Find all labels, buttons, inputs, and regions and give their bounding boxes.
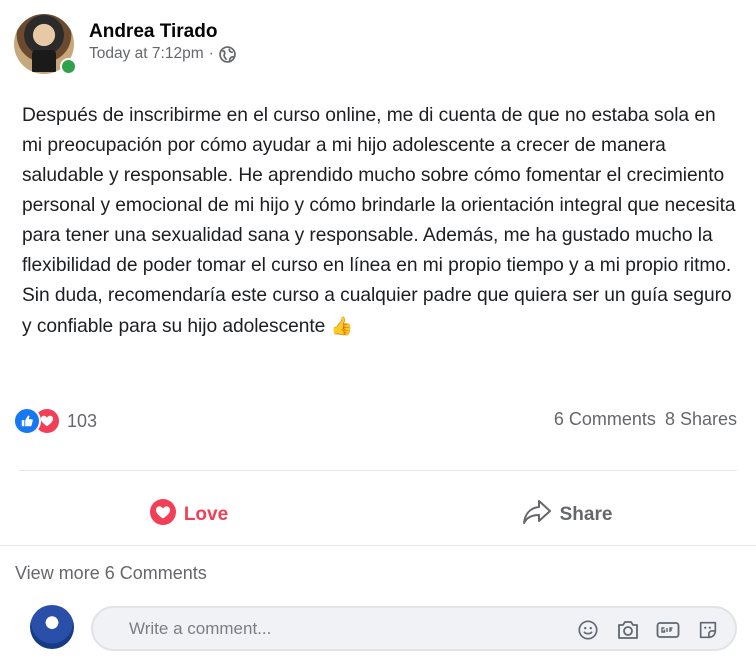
post-stats: 6 Comments 8 Shares (550, 409, 737, 430)
post-actions: Love Share (0, 488, 756, 542)
share-label: Share (559, 504, 613, 525)
share-button[interactable]: Share (378, 488, 756, 542)
reactions-summary[interactable]: 103 (13, 406, 97, 436)
love-icon (149, 499, 176, 531)
emoji-icon[interactable] (576, 618, 600, 642)
love-label: Love (183, 504, 229, 525)
thumbs-up-emoji: 👍 (330, 316, 353, 336)
post-text: Después de inscribirme en el curso onlin… (22, 105, 736, 337)
divider (0, 545, 756, 546)
post-header: Andrea Tirado Today at 7:12pm · (14, 14, 754, 76)
shares-count-link[interactable]: 8 Shares (665, 409, 737, 429)
comments-count-link[interactable]: 6 Comments (554, 409, 656, 429)
author-name[interactable]: Andrea Tirado (89, 21, 217, 43)
gif-icon[interactable] (656, 618, 680, 642)
meta-separator: · (208, 45, 214, 62)
comment-composer (0, 604, 756, 656)
love-button[interactable]: Love (0, 488, 378, 542)
post-meta: Today at 7:12pm · (89, 45, 236, 63)
divider (19, 470, 737, 471)
comment-box[interactable] (91, 606, 737, 651)
online-status-indicator (60, 58, 77, 75)
globe-icon (218, 45, 236, 63)
sticker-icon[interactable] (696, 618, 720, 642)
share-icon (522, 498, 552, 532)
comment-input[interactable] (129, 619, 449, 639)
post-body: Después de inscribirme en el curso onlin… (22, 101, 737, 342)
current-user-avatar[interactable] (30, 605, 74, 649)
like-icon (13, 407, 41, 435)
reaction-count: 103 (67, 410, 98, 431)
post-timestamp[interactable]: Today at 7:12pm (89, 45, 204, 63)
camera-icon[interactable] (616, 618, 640, 642)
view-more-comments-link[interactable]: View more 6 Comments (15, 563, 207, 584)
comment-tools (576, 618, 720, 642)
